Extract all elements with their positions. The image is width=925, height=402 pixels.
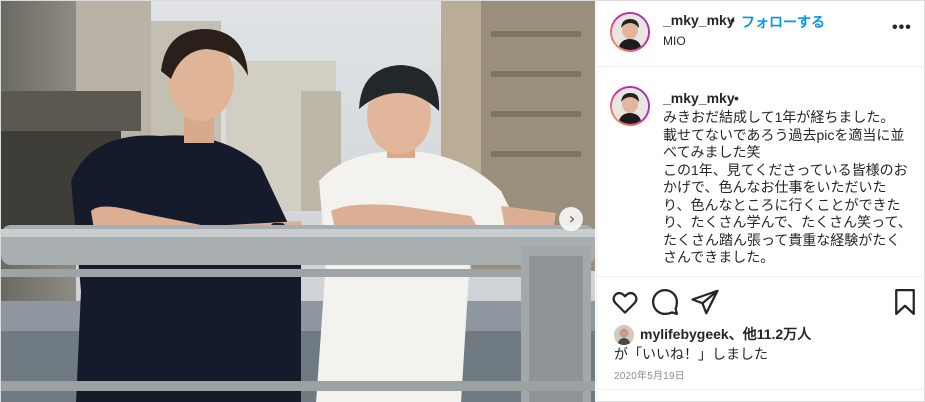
comment-bar xyxy=(597,389,925,402)
likes-summary: mylifebygeek、他11.2万人 xyxy=(640,324,811,344)
author-username[interactable]: _mky_mky xyxy=(663,12,735,28)
post-side-panel: _mky_mky • フォローする MIO ••• _mky_mky • みきお… xyxy=(596,1,925,402)
post-location[interactable]: MIO xyxy=(663,34,686,48)
photo-illustration xyxy=(1,1,595,402)
carousel-next-button[interactable]: › xyxy=(559,207,583,231)
liker-username[interactable]: mylifebygeek xyxy=(640,326,729,342)
separator-dot: • xyxy=(730,12,735,28)
post-photo[interactable]: › xyxy=(1,1,595,402)
chevron-right-icon: › xyxy=(568,209,576,228)
bookmark-icon[interactable] xyxy=(890,287,920,317)
caption-avatar[interactable] xyxy=(610,86,650,126)
more-options-icon[interactable]: ••• xyxy=(892,19,912,37)
author-avatar[interactable] xyxy=(610,12,650,52)
likes-count[interactable]: 、他11.2万人 xyxy=(729,326,811,342)
comment-icon[interactable] xyxy=(650,287,680,317)
instagram-post: › _mky_mky • フォローする MIO ••• _mky_mky • み… xyxy=(0,0,925,402)
paper-plane-icon[interactable] xyxy=(690,287,720,317)
follow-button[interactable]: フォローする xyxy=(741,12,825,32)
caption-text: みきおだ結成して1年が経ちました。 載せてないであろう過去picを適当に並べてみ… xyxy=(663,109,912,265)
liked-suffix: が「いいね！」しました xyxy=(614,346,768,362)
caption-separator-dot: • xyxy=(734,90,739,106)
post-header: _mky_mky • フォローする MIO ••• xyxy=(597,1,925,67)
post-date[interactable]: 2020年5月19日 xyxy=(614,367,685,382)
caption-username[interactable]: _mky_mky xyxy=(663,90,735,106)
caption-area: _mky_mky • みきおだ結成して1年が経ちました。 載せてないであろう過去… xyxy=(597,68,925,273)
heart-icon[interactable] xyxy=(610,287,640,317)
liker-avatar[interactable] xyxy=(614,325,634,345)
